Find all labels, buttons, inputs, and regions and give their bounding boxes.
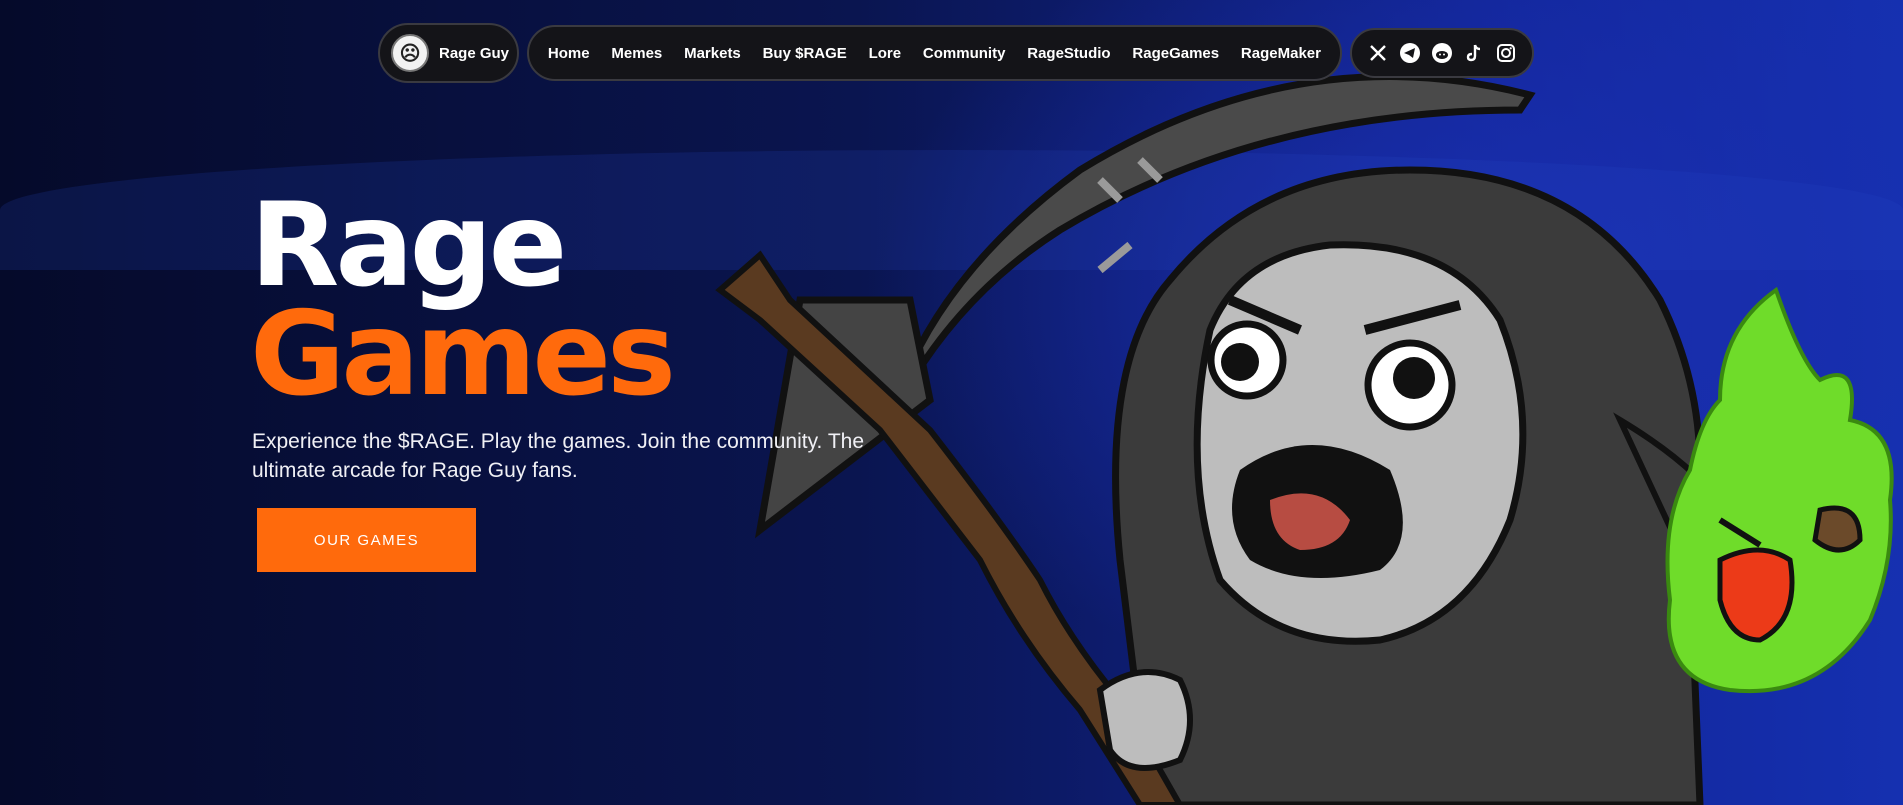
hero-tagline: Experience the $RAGE. Play the games. Jo…	[252, 430, 865, 482]
nav-link-memes[interactable]: Memes	[611, 45, 662, 62]
main-nav: Home Memes Markets Buy $RAGE Lore Commun…	[527, 25, 1342, 81]
tiktok-icon[interactable]	[1463, 42, 1485, 64]
nav-link-ragemaker[interactable]: RageMaker	[1241, 45, 1321, 62]
social-links	[1350, 28, 1534, 78]
nav-link-community[interactable]: Community	[923, 45, 1006, 62]
nav-link-buy-rage[interactable]: Buy $RAGE	[763, 45, 847, 62]
our-games-button[interactable]: OUR GAMES	[257, 508, 476, 572]
rage-face-icon: ☹	[391, 34, 429, 72]
reddit-icon[interactable]	[1431, 42, 1453, 64]
x-icon[interactable]	[1367, 42, 1389, 64]
nav-link-ragegames[interactable]: RageGames	[1132, 45, 1219, 62]
brand-name: Rage Guy	[439, 44, 510, 62]
brand-pill[interactable]: ☹ Rage Guy	[378, 23, 519, 83]
nav-link-home[interactable]: Home	[548, 45, 590, 62]
instagram-icon[interactable]	[1495, 42, 1517, 64]
nav-link-markets[interactable]: Markets	[684, 45, 741, 62]
nav-link-ragestudio[interactable]: RageStudio	[1027, 45, 1110, 62]
telegram-icon[interactable]	[1399, 42, 1421, 64]
nav-link-lore[interactable]: Lore	[869, 45, 902, 62]
hero-title-line2: Games	[250, 287, 676, 422]
